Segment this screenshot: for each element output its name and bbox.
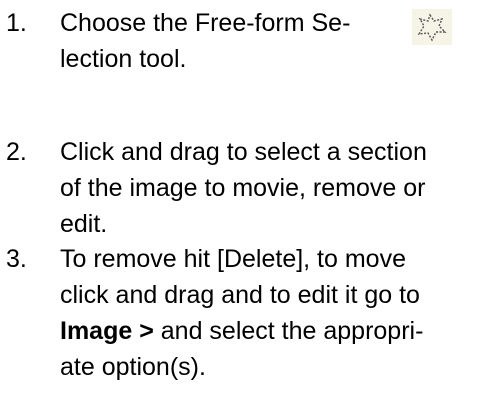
step-line: Choose the Free-form Se-: [60, 9, 351, 37]
step-text: To remove hit [Delete], to move click an…: [60, 241, 423, 385]
step-line: Click and drag to select a section: [60, 138, 427, 166]
menu-reference: Image >: [60, 317, 154, 345]
step-number: 1.: [6, 9, 27, 37]
step-line: lection tool.: [60, 45, 187, 73]
step-line: click and drag and to edit it go to: [60, 281, 420, 309]
step-line-rest: and select the appropri-: [153, 317, 424, 345]
step-number: 2.: [6, 138, 27, 166]
step-line: ate option(s).: [60, 353, 206, 381]
step-text: Choose the Free-form Se- lection tool.: [60, 5, 350, 77]
step-text: Click and drag to select a section of th…: [60, 134, 427, 242]
free-form-selection-icon: [412, 9, 452, 45]
step-line: Image > and select the appropri-: [60, 313, 423, 349]
step-line: of the image to movie, remove or: [60, 174, 426, 202]
step-line: edit.: [60, 210, 108, 238]
step-line: To remove hit [Delete], to move: [60, 245, 406, 273]
step-number: 3.: [6, 245, 27, 273]
